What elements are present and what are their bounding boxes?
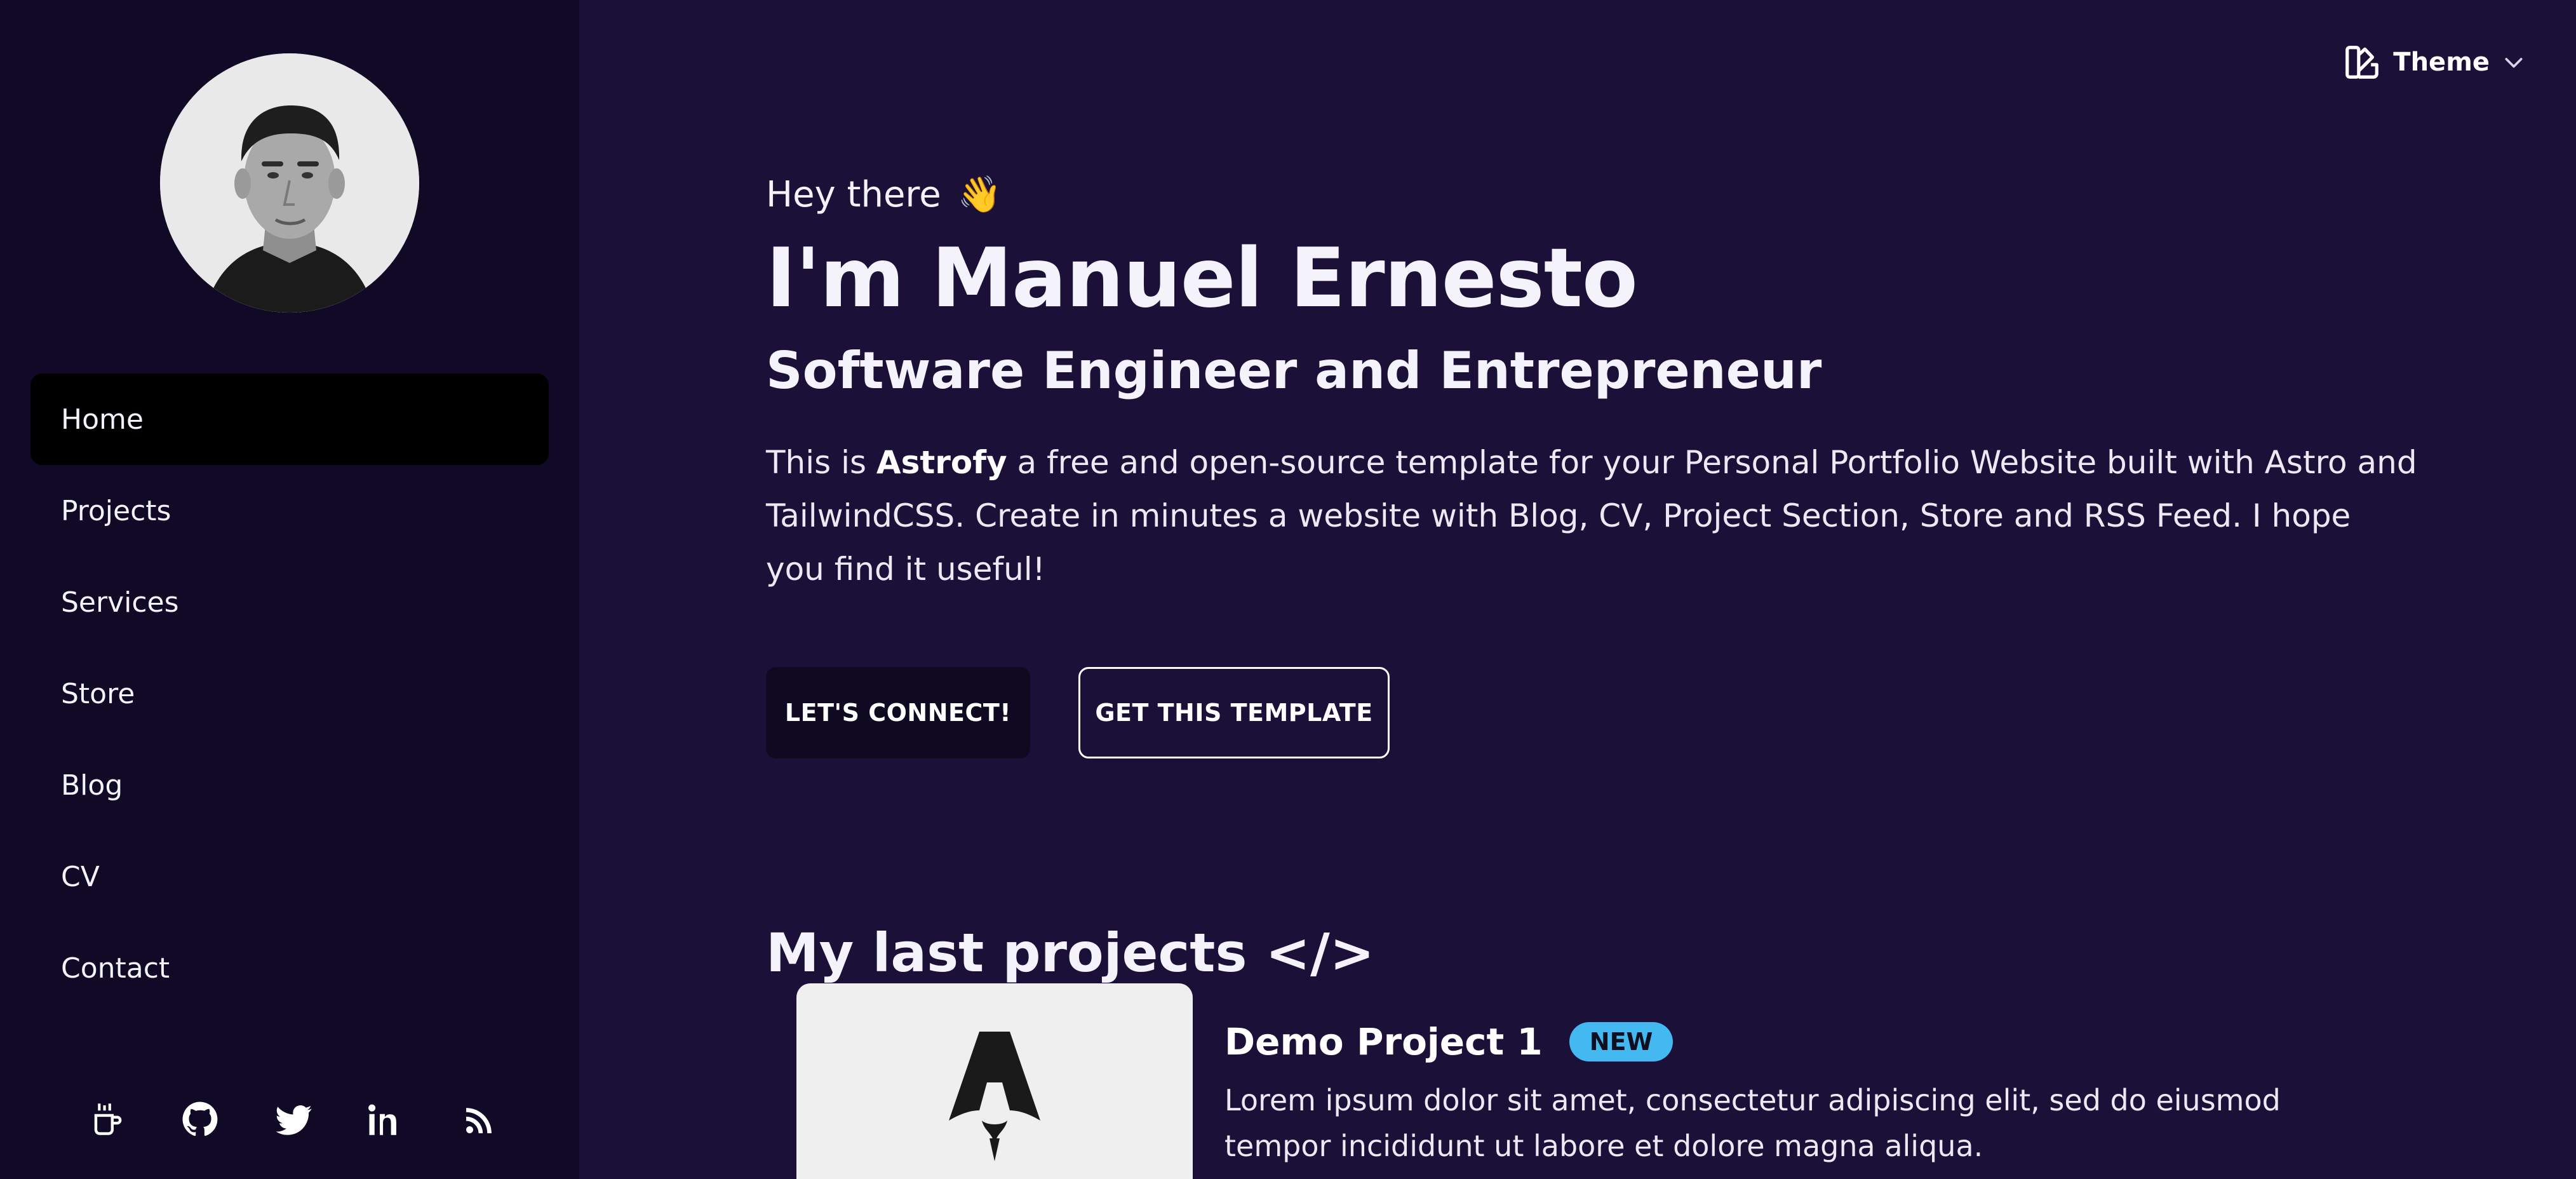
social-links [84,1094,503,1145]
project-body: Demo Project 1 NEW Lorem ipsum dolor sit… [1224,1016,2368,1169]
astro-logo-icon [949,1032,1040,1161]
project-title-row: Demo Project 1 NEW [1224,1016,2368,1067]
intro-brand: Astrofy [876,444,1007,481]
sidebar-item-projects[interactable]: Projects [30,465,549,556]
sidebar-nav: Home Projects Services Store Blog CV Con… [30,374,549,1014]
app-root: Home Projects Services Store Blog CV Con… [0,0,2576,1179]
linkedin-icon[interactable] [364,1096,410,1142]
theme-label: Theme [2393,48,2490,77]
greeting-text: Hey there [766,174,941,215]
hero-buttons: LET'S CONNECT! GET THIS TEMPLATE [766,667,2417,758]
sidebar-item-contact[interactable]: Contact [30,922,549,1014]
chevron-down-icon [2501,50,2526,75]
new-badge: NEW [1569,1022,1674,1061]
project-title: Demo Project 1 [1224,1020,1543,1063]
sidebar-item-home[interactable]: Home [30,374,549,465]
theme-dropdown[interactable]: Theme [2342,39,2526,85]
connect-button[interactable]: LET'S CONNECT! [766,667,1030,758]
sidebar-item-blog[interactable]: Blog [30,739,549,831]
hero-intro: This is Astrofy a free and open-source t… [766,436,2417,596]
hero-name: I'm Manuel Ernesto [766,231,1638,326]
avatar [160,53,419,313]
sidebar-item-cv[interactable]: CV [30,831,549,922]
project-card[interactable]: Demo Project 1 NEW Lorem ipsum dolor sit… [796,983,2384,1179]
project-thumbnail [796,983,1193,1179]
intro-suffix: a free and open-source template for your… [766,444,2417,588]
palette-icon [2342,43,2382,82]
sidebar-item-store[interactable]: Store [30,648,549,739]
wave-emoji: 👋 [957,174,1002,215]
get-template-button[interactable]: GET THIS TEMPLATE [1078,667,1390,758]
projects-section-title: My last projects </> [766,921,1375,984]
sidebar-item-services[interactable]: Services [30,556,549,648]
twitter-icon[interactable] [271,1096,316,1142]
sidebar: Home Projects Services Store Blog CV Con… [0,0,579,1179]
project-description: Lorem ipsum dolor sit amet, consectetur … [1224,1083,2281,1163]
avatar-portrait [160,53,419,313]
github-icon[interactable] [177,1096,223,1142]
rss-icon[interactable] [457,1096,503,1142]
main-content: Theme Hey there 👋 I'm Manuel Ernesto Sof… [579,0,2576,1179]
greeting: Hey there 👋 [766,166,2417,224]
hero-role: Software Engineer and Entrepreneur [766,341,1822,400]
hero-section: Hey there 👋 I'm Manuel Ernesto Software … [766,166,2417,758]
coffee-icon[interactable] [84,1096,130,1142]
intro-prefix: This is [766,444,876,481]
